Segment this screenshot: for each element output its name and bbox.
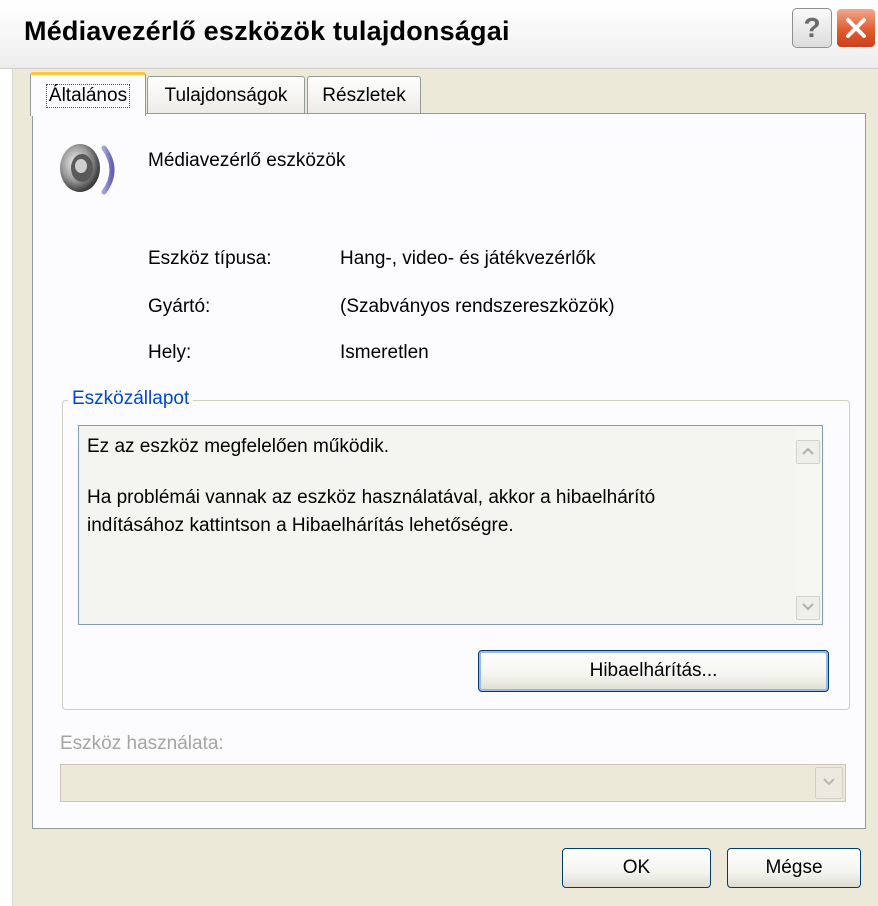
device-type-label: Eszköz típusa: xyxy=(148,248,272,269)
device-usage-select[interactable] xyxy=(60,764,846,802)
ok-button[interactable]: OK xyxy=(562,848,711,888)
status-line-1: Ez az eszköz megfelelően működik. xyxy=(87,436,390,457)
location-value: Ismeretlen xyxy=(340,342,429,363)
troubleshoot-button-label: Hibaelhárítás... xyxy=(589,660,718,681)
speaker-icon xyxy=(56,138,126,202)
ok-button-label: OK xyxy=(622,857,651,878)
cancel-button[interactable]: Mégse xyxy=(727,848,861,888)
device-usage-label: Eszköz használata: xyxy=(60,733,224,754)
status-scrollbar[interactable] xyxy=(796,428,820,622)
location-label: Hely: xyxy=(148,342,192,363)
troubleshoot-button[interactable]: Hibaelhárítás... xyxy=(478,650,829,692)
chevron-down-icon xyxy=(822,774,836,792)
cancel-button-label: Mégse xyxy=(765,857,823,878)
device-name: Médiavezérlő eszközök xyxy=(148,150,346,171)
scroll-up-button[interactable] xyxy=(796,440,820,464)
device-type-value: Hang-, video- és játékvezérlők xyxy=(340,248,596,269)
chevron-up-icon xyxy=(801,443,815,461)
status-line-3: indításához kattintson a Hibaelhárítás l… xyxy=(87,515,514,536)
device-usage-dropdown-button[interactable] xyxy=(815,767,843,799)
chevron-down-icon xyxy=(801,599,815,617)
status-line-2: Ha problémái vannak az eszköz használatá… xyxy=(87,487,656,508)
device-status-title: Eszközállapot xyxy=(68,388,194,410)
scroll-down-button[interactable] xyxy=(796,596,820,620)
properties-dialog: Médiavezérlő eszközök tulajdonságai ? Ál… xyxy=(0,0,878,906)
manufacturer-label: Gyártó: xyxy=(148,296,211,317)
status-textbox[interactable]: Ez az eszköz megfelelően működik. Ha pro… xyxy=(78,425,823,625)
manufacturer-value: (Szabványos rendszereszközök) xyxy=(340,296,615,317)
